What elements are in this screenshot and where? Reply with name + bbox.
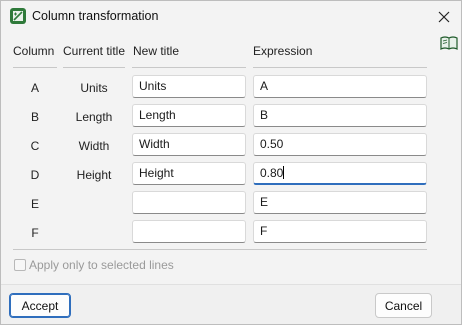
text-caret — [283, 166, 285, 179]
row-current-title: Length — [75, 110, 113, 124]
button-bar: Accept Cancel — [1, 284, 461, 324]
header-current-title: Current title — [63, 44, 126, 58]
header-divider — [13, 67, 57, 68]
apply-selected-checkbox[interactable] — [14, 259, 26, 271]
header-expression: Expression — [253, 44, 313, 58]
header-divider — [63, 67, 125, 68]
new-title-input-e[interactable] — [132, 191, 246, 214]
expression-input-b[interactable]: B — [253, 104, 427, 127]
window-title: Column transformation — [32, 9, 159, 23]
new-title-input-d[interactable]: Height — [132, 162, 246, 185]
expression-input-a[interactable]: A — [253, 75, 427, 98]
help-book-icon[interactable] — [440, 35, 458, 51]
expression-value: 0.80 — [260, 166, 284, 180]
apply-selected-label: Apply only to selected lines — [29, 258, 174, 272]
row-column-label: E — [30, 197, 39, 211]
header-new-title: New title — [133, 44, 180, 58]
close-icon — [438, 11, 450, 22]
row-current-title: Height — [76, 168, 112, 182]
new-title-input-c[interactable]: Width — [132, 133, 246, 156]
row-column-label: A — [30, 81, 39, 95]
new-title-input-f[interactable] — [132, 220, 246, 243]
new-title-input-a[interactable]: Units — [132, 75, 246, 98]
table-transform-icon — [10, 8, 26, 24]
header-divider — [253, 67, 427, 68]
row-current-title: Width — [78, 139, 110, 153]
expression-input-e[interactable]: E — [253, 191, 427, 214]
divider — [13, 249, 427, 250]
title-bar: Column transformation — [1, 1, 461, 32]
new-title-input-b[interactable]: Length — [132, 104, 246, 127]
row-current-title: Units — [80, 81, 108, 95]
accept-button[interactable]: Accept — [9, 293, 71, 318]
row-column-label: F — [31, 226, 39, 240]
row-column-label: D — [30, 168, 40, 182]
expression-input-d[interactable]: 0.80 — [253, 162, 427, 185]
row-column-label: C — [30, 139, 40, 153]
header-column: Column — [13, 44, 55, 58]
row-column-label: B — [30, 110, 39, 124]
expression-input-c[interactable]: 0.50 — [253, 133, 427, 156]
close-button[interactable] — [427, 1, 461, 32]
expression-input-f[interactable]: F — [253, 220, 427, 243]
dialog-window: Column transformation Column Current tit… — [0, 0, 462, 325]
header-divider — [132, 67, 246, 68]
cancel-button[interactable]: Cancel — [375, 293, 432, 318]
